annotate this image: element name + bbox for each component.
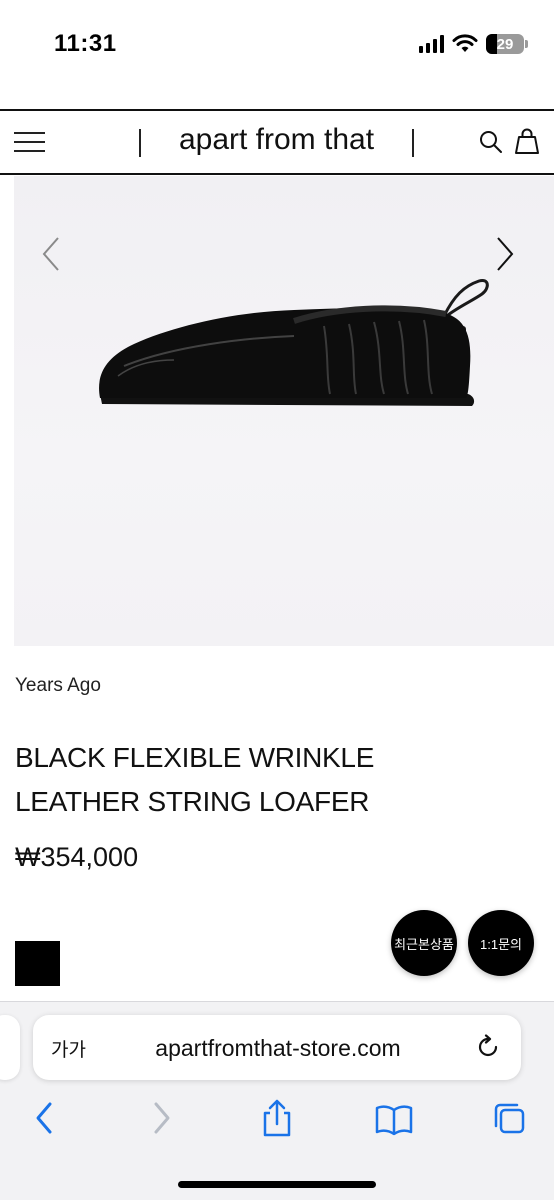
battery-level: 29	[496, 35, 514, 53]
chevron-left-icon[interactable]	[36, 232, 66, 276]
reload-icon[interactable]	[475, 1034, 501, 1060]
wifi-icon	[452, 34, 478, 52]
share-icon[interactable]	[259, 1098, 295, 1138]
previous-tab-card[interactable]	[0, 1015, 20, 1080]
url-text[interactable]: apartfromthat-store.com	[93, 1035, 463, 1062]
product-gallery[interactable]	[14, 176, 554, 646]
tabs-icon[interactable]	[491, 1098, 527, 1138]
back-icon[interactable]	[26, 1098, 62, 1138]
site-header: apart from that	[0, 109, 554, 175]
page-settings-button[interactable]: 가가	[51, 1035, 86, 1062]
header-divider	[139, 129, 141, 157]
product-brand[interactable]: Years Ago	[15, 675, 101, 697]
browser-toolbar	[0, 1098, 554, 1142]
status-time: 11:31	[54, 30, 117, 57]
status-bar: 11:31 29	[0, 0, 554, 90]
color-swatch-black[interactable]	[15, 941, 60, 986]
search-icon[interactable]	[478, 129, 504, 155]
status-icons: 29	[419, 30, 528, 58]
bookmarks-icon[interactable]	[374, 1098, 414, 1138]
home-indicator	[178, 1181, 376, 1188]
address-bar[interactable]: 가가 apartfromthat-store.com	[33, 1015, 521, 1080]
signal-icon	[419, 35, 444, 53]
recently-viewed-button[interactable]: 최근본상품	[391, 910, 457, 976]
browser-bottom-bar: 가가 apartfromthat-store.com	[0, 1001, 554, 1200]
product-title: BLACK FLEXIBLE WRINKLE LEATHER STRING LO…	[15, 742, 375, 817]
product-photo	[99, 278, 489, 406]
brand-logo[interactable]: apart from that	[143, 123, 410, 157]
battery-icon: 29	[486, 34, 528, 54]
hamburger-menu-icon[interactable]	[14, 131, 46, 153]
chevron-right-icon[interactable]	[490, 232, 520, 276]
forward-icon[interactable]	[144, 1098, 180, 1138]
inquiry-button[interactable]: 1:1문의	[468, 910, 534, 976]
product-price: ₩354,000	[15, 842, 139, 872]
header-divider	[412, 129, 414, 157]
shopping-bag-icon[interactable]	[513, 127, 541, 155]
